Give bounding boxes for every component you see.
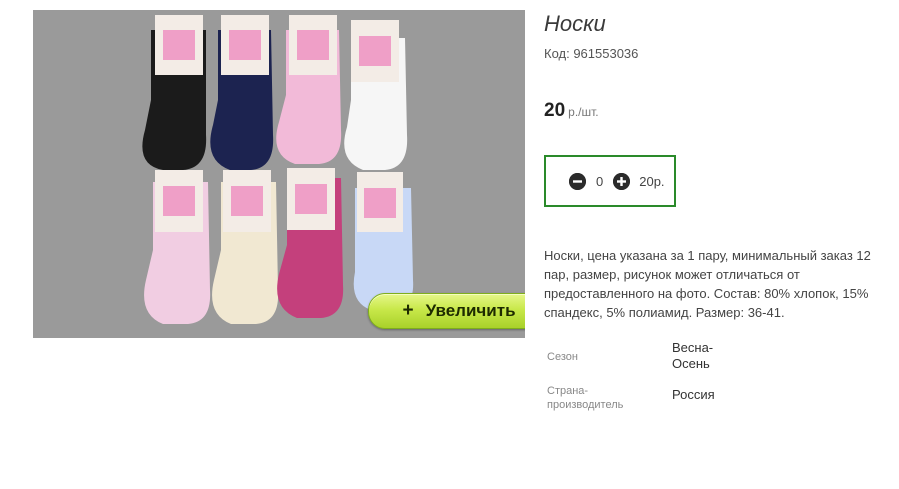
quantity-value[interactable]: 0 xyxy=(596,174,603,189)
sock-cream xyxy=(212,170,279,324)
product-description: Носки, цена указана за 1 пару, минимальн… xyxy=(544,248,871,320)
property-value-line: Весна- xyxy=(672,340,714,355)
sock-lightpink xyxy=(144,170,211,324)
property-key-country: Страна- производитель xyxy=(544,384,672,412)
price: 20 р./шт. xyxy=(544,100,599,122)
sock-magenta xyxy=(277,168,344,318)
zoom-button[interactable]: + Увеличить xyxy=(368,293,525,329)
property-row: Страна- производитель Россия xyxy=(544,384,720,412)
property-value-line: Осень xyxy=(672,356,710,371)
sock-pink xyxy=(276,15,342,164)
price-unit: р./шт. xyxy=(568,105,599,119)
property-key-line: производитель xyxy=(547,399,624,411)
product-code: Код: 961553036 xyxy=(544,46,639,61)
sock-lightblue xyxy=(353,172,414,310)
product-properties: Сезон Весна- Осень Страна- производитель… xyxy=(544,340,720,412)
property-row: Сезон Весна- Осень xyxy=(544,340,720,384)
sock-black xyxy=(142,15,207,170)
price-amount: 20 xyxy=(544,100,566,121)
property-key-line: Страна- xyxy=(547,385,589,397)
property-value-country: Россия xyxy=(672,387,715,402)
product-title: Носки xyxy=(544,11,606,36)
quantity-sum: 20р. xyxy=(639,173,665,189)
quantity-stepper: 0 20р. xyxy=(544,155,676,207)
property-key-season: Сезон xyxy=(547,351,578,363)
socks-photo xyxy=(142,15,414,324)
property-value-season: Весна- Осень xyxy=(672,340,720,384)
minus-circle-icon[interactable] xyxy=(569,172,586,190)
product-image[interactable]: + Увеличить xyxy=(33,10,525,338)
sock-white xyxy=(344,20,408,170)
zoom-button-label: Увеличить xyxy=(425,301,516,320)
plus-circle-icon[interactable] xyxy=(613,172,631,190)
plus-icon: + xyxy=(402,300,414,321)
sock-navy xyxy=(210,15,274,170)
